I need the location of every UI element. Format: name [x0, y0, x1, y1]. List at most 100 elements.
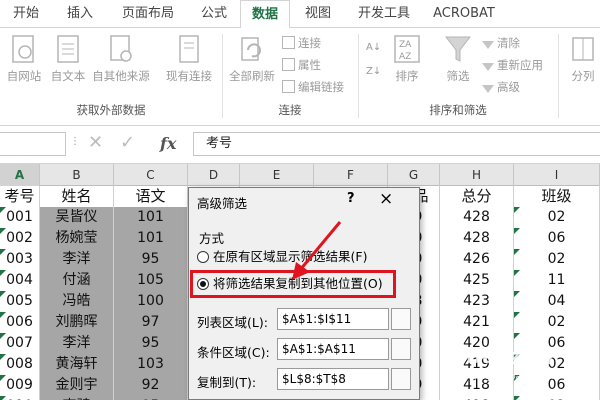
cell[interactable]: 95 — [114, 333, 188, 355]
cell[interactable]: 004 — [0, 270, 40, 292]
cell[interactable]: 11 — [514, 270, 600, 292]
cell[interactable]: 97 — [114, 312, 188, 334]
cell[interactable]: 006 — [0, 312, 40, 334]
cell[interactable]: 02 — [514, 207, 600, 229]
cell[interactable]: 李洋 — [40, 333, 114, 355]
cell[interactable]: 班级 — [514, 186, 600, 208]
cell[interactable]: 100 — [114, 291, 188, 313]
cell[interactable]: 02 — [514, 396, 600, 400]
cell[interactable]: 冯皓 — [40, 291, 114, 313]
cell[interactable]: 103 — [114, 354, 188, 376]
cell[interactable]: 002 — [0, 228, 40, 250]
cell[interactable]: 423 — [440, 291, 514, 313]
insert-function-fx-icon[interactable]: fx — [160, 134, 176, 153]
cell[interactable]: 语文 — [114, 186, 188, 208]
cell[interactable]: 92 — [114, 375, 188, 397]
cancel-icon[interactable]: ✕ — [88, 132, 103, 153]
cell[interactable]: 005 — [0, 291, 40, 313]
cell[interactable]: 02 — [514, 312, 600, 334]
column-header[interactable]: E — [240, 164, 314, 186]
cell[interactable]: 02 — [514, 249, 600, 271]
criteria-range-input[interactable]: $A$1:$A$11 — [277, 338, 389, 360]
cell[interactable]: 101 — [114, 207, 188, 229]
cell[interactable]: 105 — [114, 270, 188, 292]
cell[interactable]: 95 — [114, 396, 188, 400]
watermark-logo: Bai 经验 — [466, 344, 555, 368]
cell[interactable]: 06 — [514, 228, 600, 250]
close-button[interactable]: × — [379, 189, 393, 209]
edit-links-label: 编辑链接 — [298, 80, 344, 94]
cell[interactable]: 吴皆仪 — [40, 207, 114, 229]
clear-filter-button[interactable]: 清除 — [482, 34, 520, 52]
cell[interactable]: 101 — [114, 228, 188, 250]
from-text-button[interactable]: 自文本 — [48, 34, 88, 84]
cell[interactable]: 010 — [0, 396, 40, 400]
tab-home[interactable]: 开始 — [4, 0, 48, 28]
text-to-columns-button[interactable]: 分列 — [566, 34, 600, 84]
cell[interactable]: 刘鹏晖 — [40, 312, 114, 334]
tab-developer[interactable]: 开发工具 — [348, 0, 420, 28]
name-box[interactable] — [0, 132, 66, 156]
tab-acrobat[interactable]: ACROBAT — [428, 0, 500, 28]
cell[interactable]: 428 — [440, 228, 514, 250]
cell[interactable]: 考号 — [0, 186, 40, 208]
cell[interactable]: 李洋 — [40, 249, 114, 271]
filter-button[interactable]: 筛选 — [438, 34, 478, 84]
column-header[interactable]: H — [440, 164, 514, 186]
cell[interactable]: 003 — [0, 249, 40, 271]
cell[interactable]: 杨婉莹 — [40, 228, 114, 250]
existing-connections-button[interactable]: 现有连接 — [162, 34, 216, 84]
number-as-text-indicator-icon — [514, 270, 520, 276]
reapply-button[interactable]: 重新应用 — [482, 56, 543, 74]
cell[interactable]: 001 — [0, 207, 40, 229]
tab-page-layout[interactable]: 页面布局 — [112, 0, 184, 28]
cell[interactable]: 007 — [0, 333, 40, 355]
refresh-all-button[interactable]: 全部刷新 — [226, 34, 278, 84]
radio-filter-in-place[interactable]: 在原有区域显示筛选结果(F) — [197, 248, 367, 266]
cell[interactable]: 426 — [440, 249, 514, 271]
column-header[interactable]: I — [514, 164, 600, 186]
properties-button[interactable]: 属性 — [282, 56, 321, 74]
column-header[interactable]: D — [188, 164, 240, 186]
range-picker-icon[interactable] — [391, 338, 411, 360]
cell[interactable]: 95 — [114, 249, 188, 271]
column-header[interactable]: A — [0, 164, 40, 186]
dialog-title: 高级筛选 — [197, 196, 248, 211]
help-button[interactable]: ? — [347, 191, 355, 206]
tab-insert[interactable]: 插入 — [58, 0, 102, 28]
cell[interactable]: 009 — [0, 375, 40, 397]
from-other-sources-button[interactable]: 自其他来源 — [90, 34, 152, 84]
advanced-filter-button[interactable]: 高级 — [482, 78, 520, 96]
cell[interactable]: 总分 — [440, 186, 514, 208]
from-web-button[interactable]: 自网站 — [4, 34, 44, 84]
column-header[interactable]: B — [40, 164, 114, 186]
range-picker-icon[interactable] — [391, 308, 411, 330]
list-range-input[interactable]: $A$1:$I$11 — [277, 308, 389, 330]
cell[interactable]: 425 — [440, 270, 514, 292]
sort-icon: ZA AZ — [394, 35, 420, 63]
cell[interactable]: 姓名 — [40, 186, 114, 208]
copy-to-input[interactable]: $L$8:$T$8 — [277, 368, 389, 390]
cell[interactable]: 04 — [514, 291, 600, 313]
cell[interactable]: 付涵 — [40, 270, 114, 292]
cell[interactable]: 李骋 — [40, 396, 114, 400]
tab-formulas[interactable]: 公式 — [192, 0, 236, 28]
column-header[interactable]: C — [114, 164, 188, 186]
cell[interactable]: 428 — [440, 207, 514, 229]
tab-data[interactable]: 数据 — [240, 0, 290, 29]
cell[interactable]: 008 — [0, 354, 40, 376]
cell[interactable]: 金则宇 — [40, 375, 114, 397]
enter-check-icon[interactable]: ✓ — [120, 132, 135, 153]
edit-links-button[interactable]: 编辑链接 — [282, 78, 344, 96]
column-header[interactable]: F — [314, 164, 388, 186]
range-picker-icon[interactable] — [391, 368, 411, 390]
sort-az-button[interactable]: A↓ Z↓ — [362, 36, 386, 91]
sort-button[interactable]: ZA AZ 排序 — [388, 34, 426, 84]
formula-input[interactable]: 考号 — [193, 132, 600, 156]
cell[interactable]: 黄海轩 — [40, 354, 114, 376]
cell[interactable]: 421 — [440, 312, 514, 334]
column-header[interactable]: G — [388, 164, 440, 186]
cell[interactable]: 418 — [440, 396, 514, 400]
connections-button[interactable]: 连接 — [282, 34, 321, 52]
tab-view[interactable]: 视图 — [296, 0, 340, 28]
